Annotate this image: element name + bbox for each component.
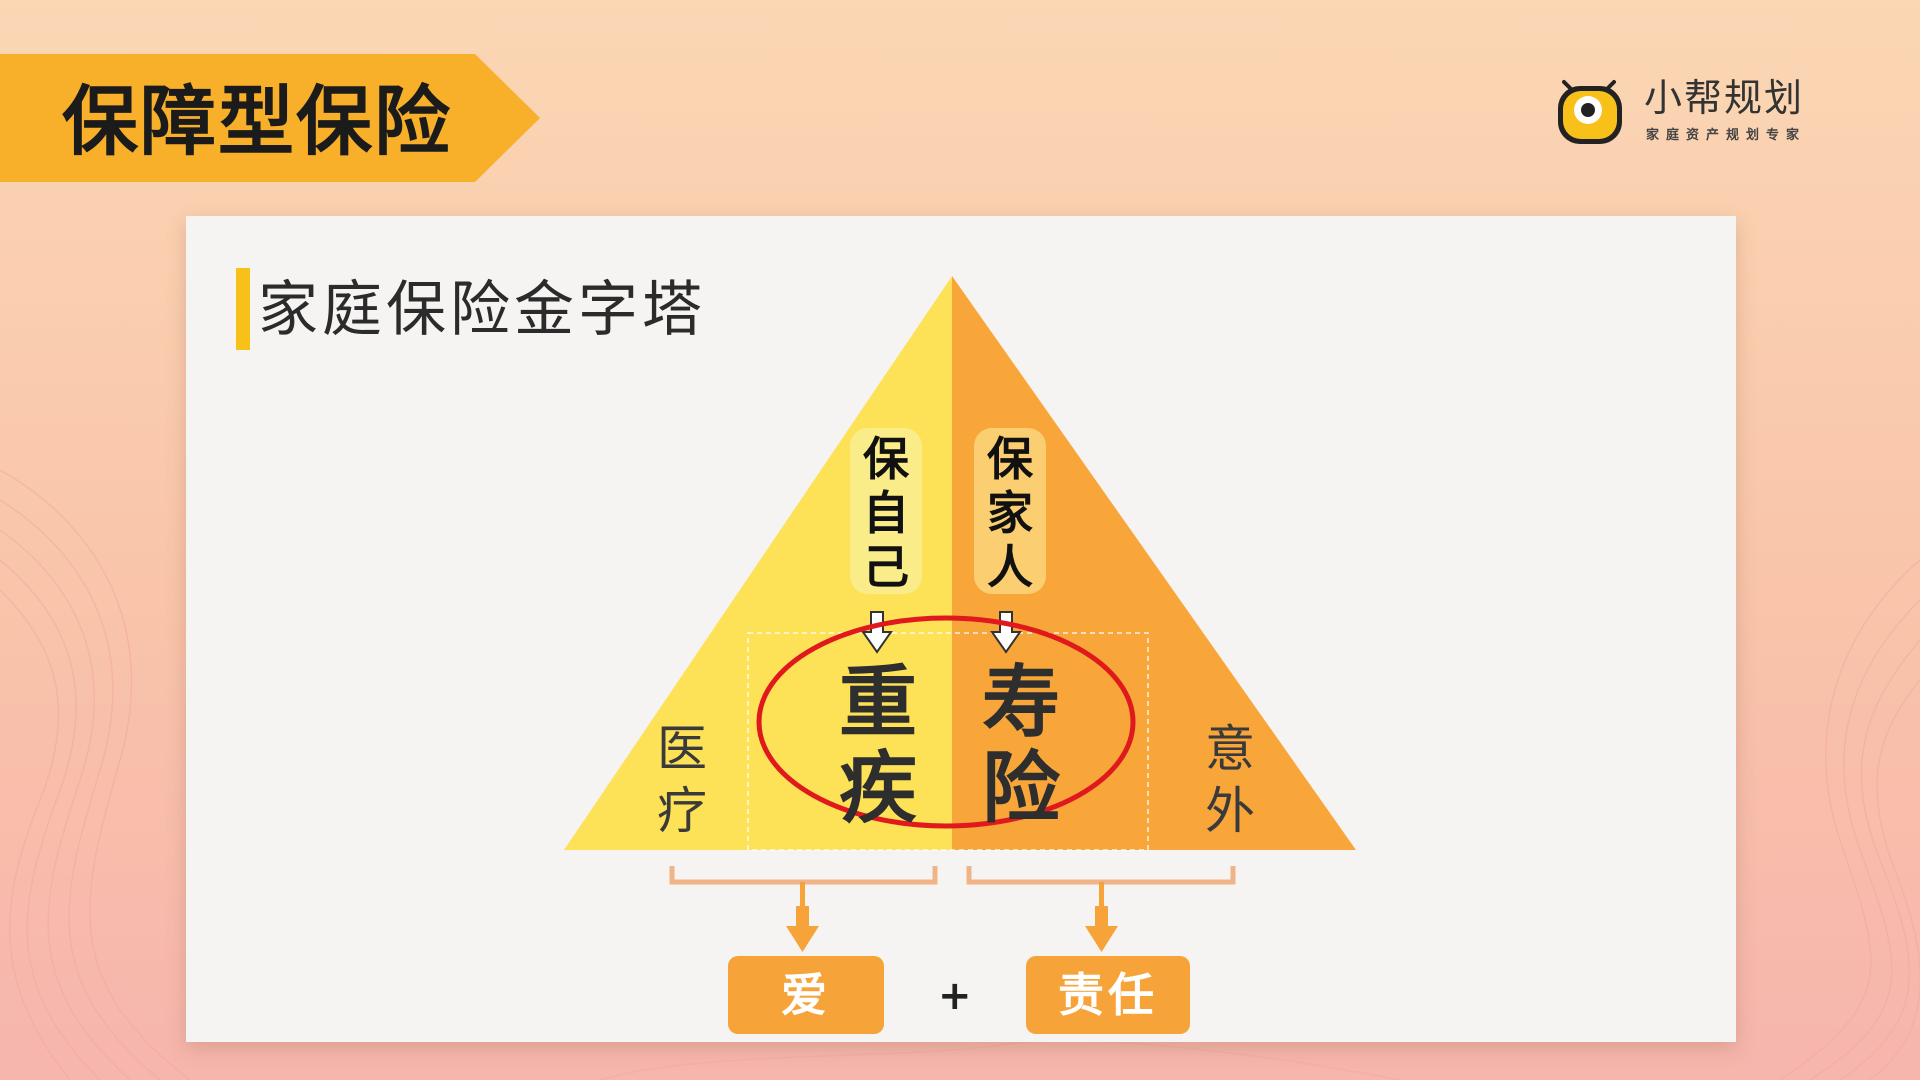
pill-char: 保	[863, 432, 909, 486]
protect-self-pill: 保 自 己	[850, 428, 922, 594]
pill-char: 己	[863, 540, 909, 594]
label-critical-illness: 重 疾	[838, 658, 917, 834]
insurance-pyramid	[564, 276, 1356, 952]
arrow-to-responsibility	[1085, 882, 1118, 952]
pill-char: 自	[863, 486, 909, 540]
love-box: 爱	[728, 956, 884, 1034]
label-accident: 意 外	[1205, 720, 1255, 840]
arrow-to-love	[786, 882, 819, 952]
plus-sign: +	[938, 973, 972, 1019]
pill-char: 保	[987, 432, 1033, 486]
protect-family-pill: 保 家 人	[974, 428, 1046, 594]
pill-char: 人	[987, 540, 1033, 594]
label-medical: 医 疗	[657, 720, 707, 840]
responsibility-box: 责任	[1026, 956, 1190, 1034]
label-life-insurance: 寿 险	[981, 658, 1060, 834]
pill-char: 家	[987, 486, 1033, 540]
bracket-left	[669, 866, 938, 885]
bracket-right	[966, 866, 1236, 885]
